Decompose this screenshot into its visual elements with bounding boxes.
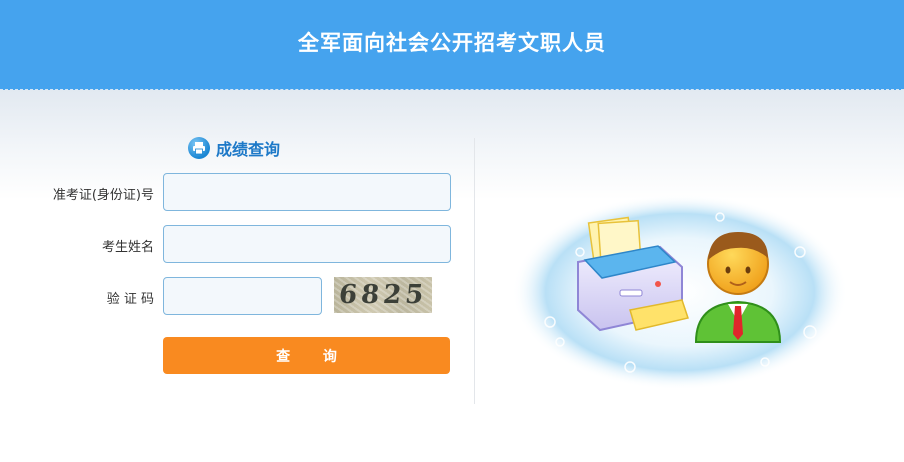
section-title: 成绩查询 — [188, 135, 280, 161]
captcha-image-text: 6825 — [337, 280, 429, 310]
captcha-label: 验 证 码 — [106, 292, 154, 307]
exam-id-label: 准考证(身份证)号 — [52, 188, 154, 203]
name-input[interactable] — [163, 225, 451, 263]
page-header: 全军面向社会公开招考文职人员 — [0, 0, 904, 90]
query-button[interactable]: 查 询 — [163, 337, 450, 374]
printer-icon — [188, 137, 210, 159]
printer-user-illustration — [510, 192, 850, 392]
name-label: 考生姓名 — [101, 240, 154, 255]
page-title: 全军面向社会公开招考文职人员 — [298, 31, 606, 55]
captcha-image[interactable]: 6825 — [334, 277, 432, 313]
captcha-input[interactable] — [163, 277, 322, 315]
vertical-divider — [474, 138, 475, 404]
exam-id-input[interactable] — [163, 173, 451, 211]
section-title-text: 成绩查询 — [216, 140, 281, 159]
